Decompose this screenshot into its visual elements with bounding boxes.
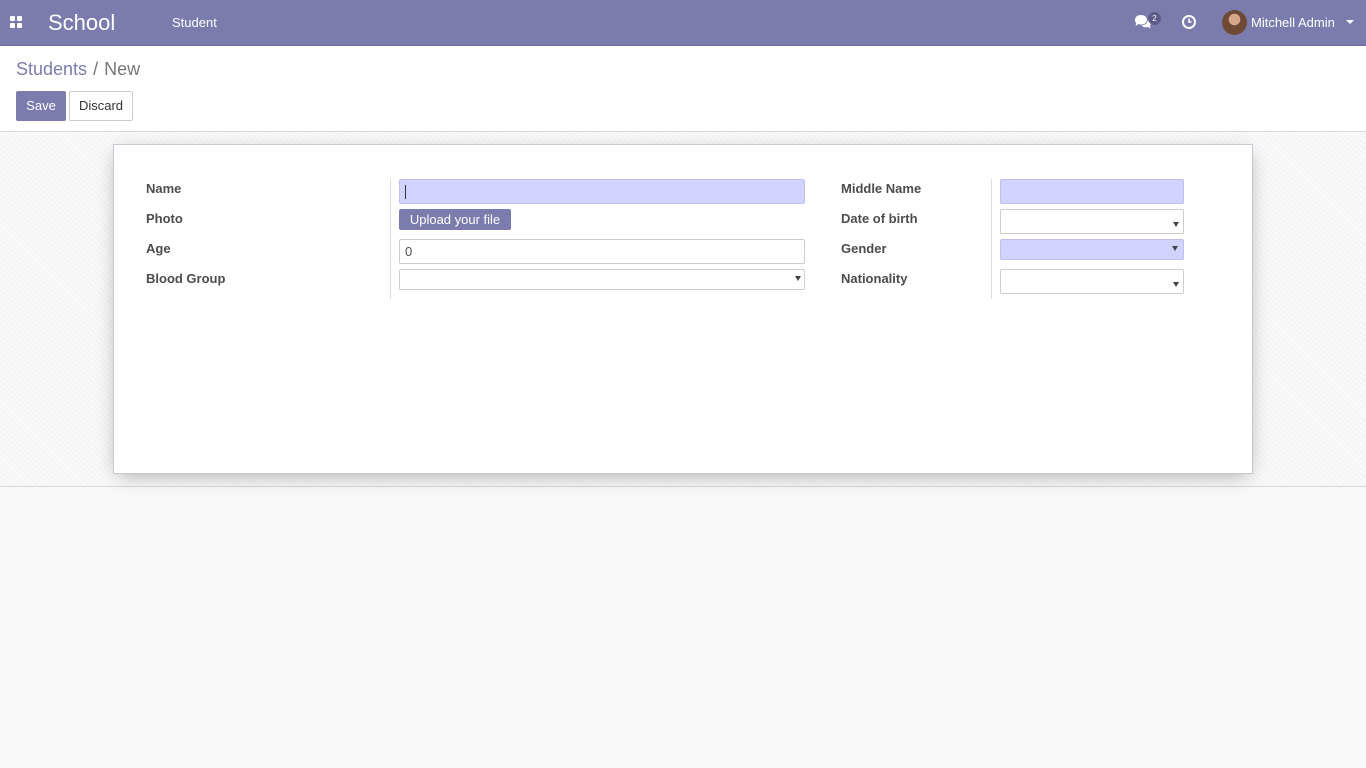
left-group-separator xyxy=(390,179,391,299)
label-photo: Photo xyxy=(146,211,183,226)
breadcrumb-current: New xyxy=(104,59,141,79)
user-avatar xyxy=(1222,10,1247,35)
label-name: Name xyxy=(146,181,182,196)
breadcrumb-parent[interactable]: Students xyxy=(16,59,87,79)
dropdown-arrow-icon xyxy=(1172,246,1178,251)
blood-group-select[interactable] xyxy=(399,269,805,290)
text-cursor xyxy=(405,185,406,199)
upload-file-button[interactable]: Upload your file xyxy=(399,209,511,230)
dropdown-arrow-icon xyxy=(795,276,801,281)
app-brand[interactable]: School xyxy=(48,10,115,36)
age-input[interactable]: 0 xyxy=(399,239,805,264)
control-panel: Students / New Save Discard xyxy=(0,46,1366,132)
form-sheet: Name Photo Age Blood Group Upload your f… xyxy=(113,144,1253,474)
label-blood-group: Blood Group xyxy=(146,271,226,286)
label-date-of-birth: Date of birth xyxy=(841,211,918,226)
caret-down-icon xyxy=(1346,20,1354,24)
nationality-select[interactable] xyxy=(1000,269,1184,294)
gender-select[interactable] xyxy=(1000,239,1184,260)
label-nationality: Nationality xyxy=(841,271,908,286)
name-input[interactable] xyxy=(399,179,805,204)
menu-item-student[interactable]: Student xyxy=(172,15,217,30)
apps-grid-icon[interactable] xyxy=(10,16,22,28)
clock-icon[interactable] xyxy=(1181,14,1197,30)
age-value: 0 xyxy=(405,244,413,259)
top-navbar: School Student 2 Mitchell Admin xyxy=(0,0,1366,46)
breadcrumb-separator: / xyxy=(93,59,99,79)
label-middle-name: Middle Name xyxy=(841,181,922,196)
label-gender: Gender xyxy=(841,241,887,256)
right-group-separator xyxy=(991,179,992,299)
breadcrumb: Students / New xyxy=(16,59,140,80)
chat-badge: 2 xyxy=(1148,12,1161,25)
discard-button[interactable]: Discard xyxy=(69,91,133,121)
user-name: Mitchell Admin xyxy=(1251,15,1335,30)
dropdown-arrow-icon xyxy=(1173,282,1179,287)
middle-name-input[interactable] xyxy=(1000,179,1184,204)
dropdown-arrow-icon xyxy=(1173,222,1179,227)
save-button[interactable]: Save xyxy=(16,91,66,121)
label-age: Age xyxy=(146,241,171,256)
date-of-birth-select[interactable] xyxy=(1000,209,1184,234)
